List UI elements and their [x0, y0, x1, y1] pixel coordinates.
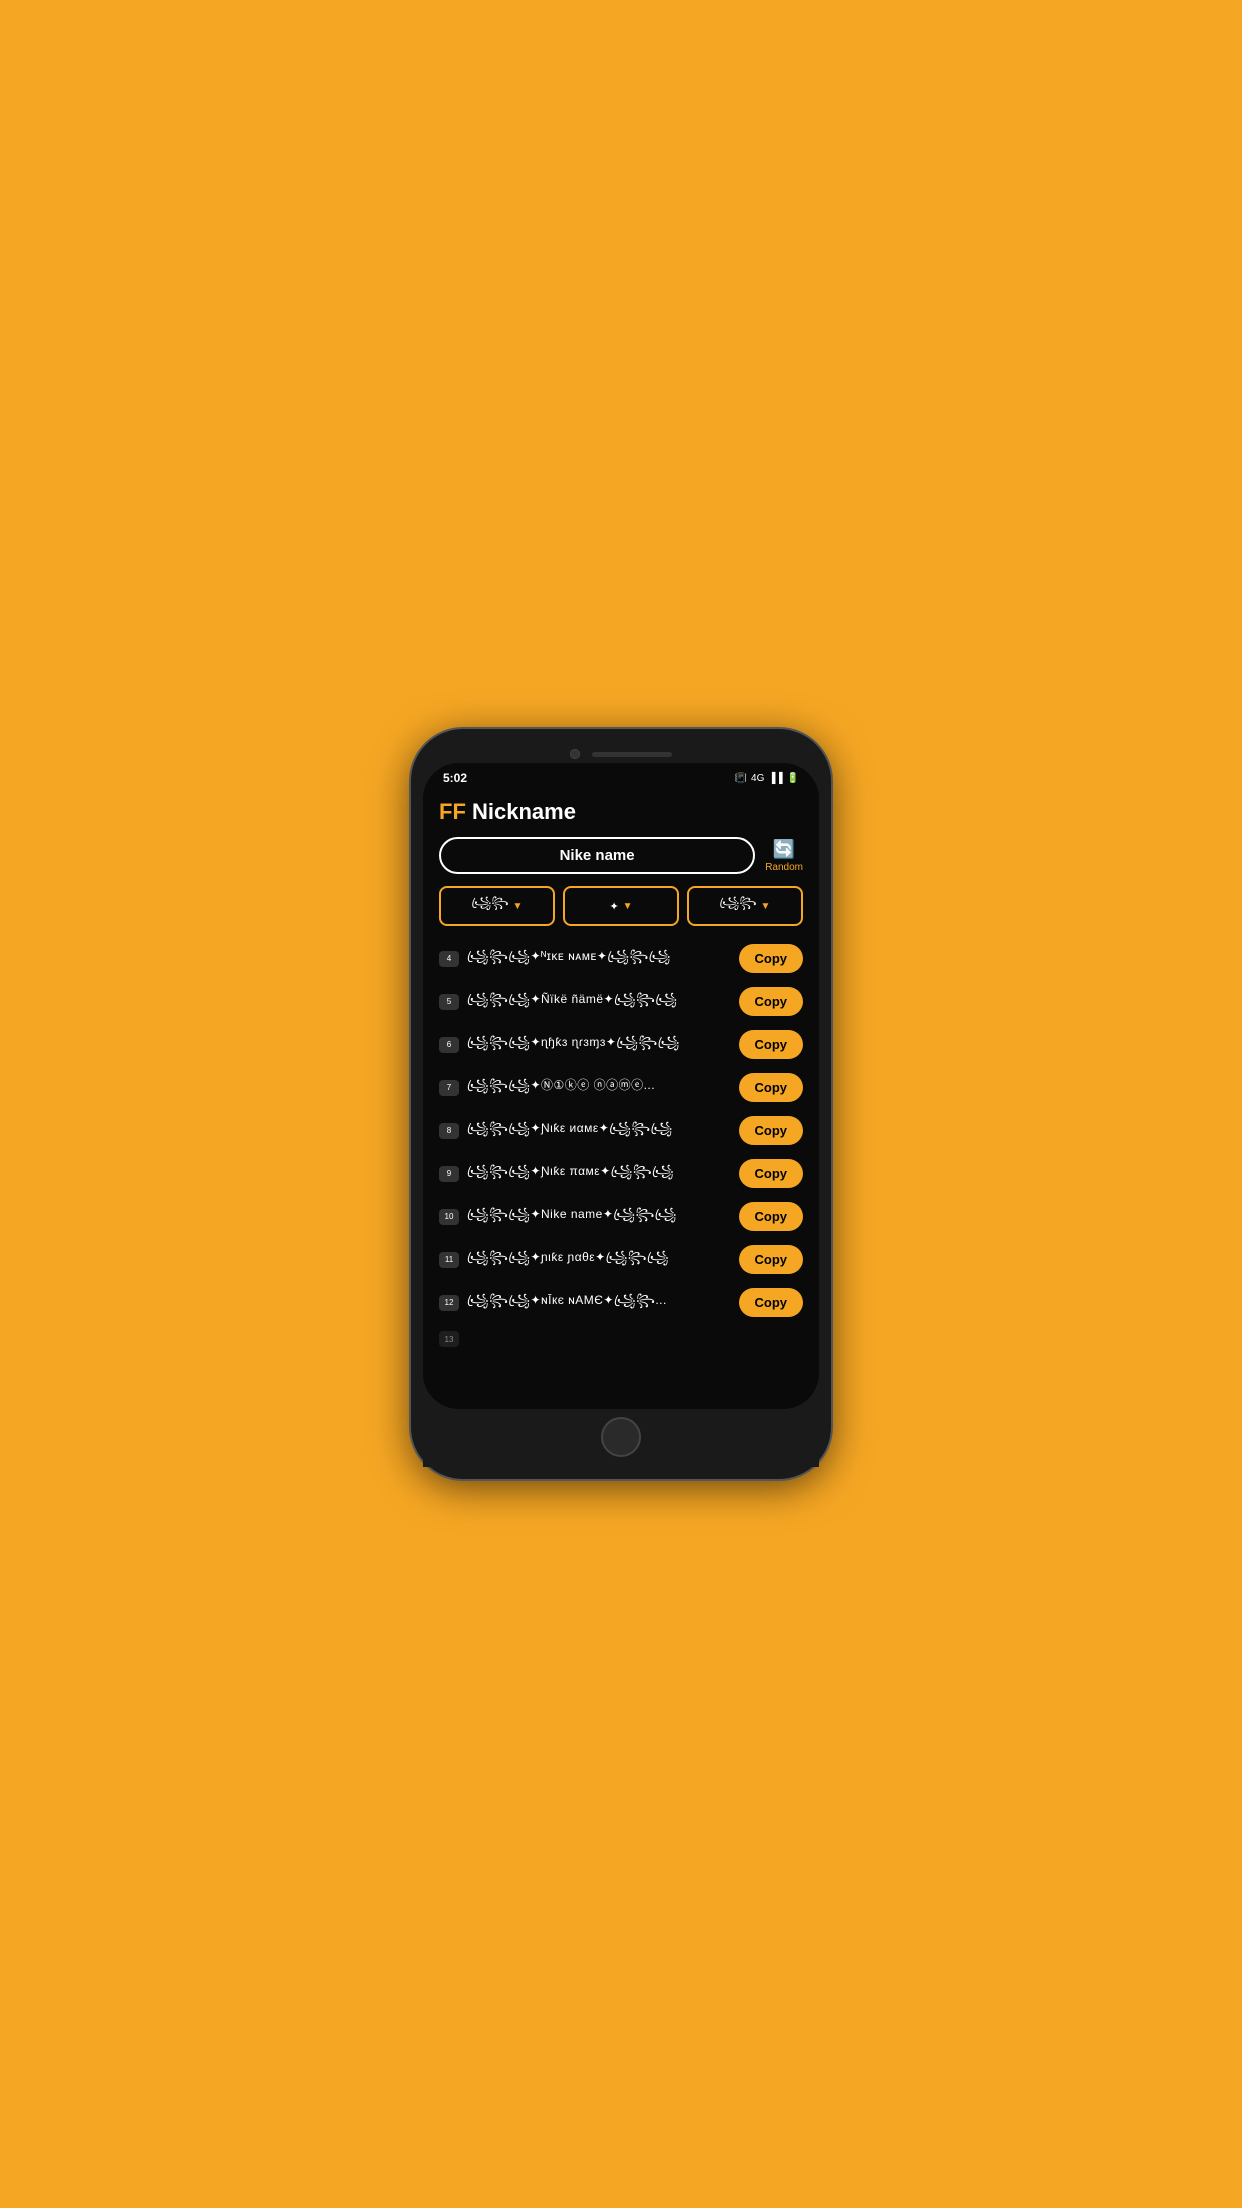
list-item: 4 ꧁ꦿ꧂꧁ꦿ✦ᴺɪᴋᴇ ɴᴀᴍᴇ✦꧁ꦿ꧂꧁ꦿ Copy — [439, 940, 803, 977]
item-number-partial: 13 — [439, 1331, 459, 1347]
app-title: FF Nickname — [439, 799, 803, 825]
phone-top-bar — [423, 741, 819, 763]
item-text: ꧁ꦿ꧂꧁ꦿ✦ɳɧƙɜ ɳɾɜɱɜ✦꧁ꦿ꧂꧁ꦿ — [467, 1033, 731, 1057]
nickname-list: 4 ꧁ꦿ꧂꧁ꦿ✦ᴺɪᴋᴇ ɴᴀᴍᴇ✦꧁ꦿ꧂꧁ꦿ Copy 5 ꧁ꦿ꧂꧁ꦿ✦Ñïk… — [439, 940, 803, 1351]
home-button[interactable] — [601, 1417, 641, 1457]
copy-button[interactable]: Copy — [739, 1030, 804, 1059]
chevron-down-icon-2: ▼ — [623, 901, 633, 912]
nickname-label: Nickname — [472, 799, 576, 824]
list-item-partial: 13 — [439, 1327, 803, 1351]
list-item: 6 ꧁ꦿ꧂꧁ꦿ✦ɳɧƙɜ ɳɾɜɱɜ✦꧁ꦿ꧂꧁ꦿ Copy — [439, 1026, 803, 1063]
list-item: 10 ꧁ꦿ꧂꧁ꦿ✦Nike name✦꧁ꦿ꧂꧁ꦿ Copy — [439, 1198, 803, 1235]
item-text: ꧁ꦿ꧂꧁ꦿ✦Ñïkë ñämë✦꧁ꦿ꧂꧁ꦿ — [467, 990, 731, 1014]
item-text: ꧁ꦿ꧂꧁ꦿ✦Ⓝ①ⓚⓔ ⓝⓐⓜⓔ... — [467, 1076, 731, 1100]
wifi-icon: ▐▐ — [768, 773, 782, 784]
status-bar: 5:02 📳 4G ▐▐ 🔋 — [423, 763, 819, 789]
copy-button[interactable]: Copy — [739, 944, 804, 973]
status-time: 5:02 — [443, 771, 467, 785]
list-item: 11 ꧁ꦿ꧂꧁ꦿ✦ɲιƙε ɲαθε✦꧁ꦿ꧂꧁ꦿ Copy — [439, 1241, 803, 1278]
chevron-down-icon-3: ▼ — [761, 901, 771, 912]
signal-icon: 4G — [751, 773, 764, 784]
phone-speaker — [592, 752, 672, 757]
random-button[interactable]: 🔄 Random — [765, 839, 803, 873]
copy-button[interactable]: Copy — [739, 1202, 804, 1231]
list-item: 5 ꧁ꦿ꧂꧁ꦿ✦Ñïkë ñämë✦꧁ꦿ꧂꧁ꦿ Copy — [439, 983, 803, 1020]
random-icon: 🔄 — [773, 839, 795, 860]
item-number: 10 — [439, 1209, 459, 1225]
phone-bottom — [423, 1409, 819, 1467]
item-text: ꧁ꦿ꧂꧁ꦿ✦Ɲιƙε παмε✦꧁ꦿ꧂꧁ꦿ — [467, 1162, 731, 1186]
filter-3-label: ꧁ꦿ꧂ — [720, 895, 757, 917]
copy-button[interactable]: Copy — [739, 1073, 804, 1102]
item-text: ꧁ꦿ꧂꧁ꦿ✦ɴĪкє ɴAMЄ✦꧁ꦿ꧂... — [467, 1291, 731, 1315]
random-label: Random — [765, 862, 803, 873]
copy-button[interactable]: Copy — [739, 1245, 804, 1274]
filter-1-label: ꧁ꦿ꧂ — [472, 895, 509, 917]
filter-2-label: ✦ — [609, 900, 618, 913]
list-item: 9 ꧁ꦿ꧂꧁ꦿ✦Ɲιƙε παмε✦꧁ꦿ꧂꧁ꦿ Copy — [439, 1155, 803, 1192]
list-item: 8 ꧁ꦿ꧂꧁ꦿ✦Ɲιƙε иαмε✦꧁ꦿ꧂꧁ꦿ Copy — [439, 1112, 803, 1149]
chevron-down-icon-1: ▼ — [513, 901, 523, 912]
item-number: 6 — [439, 1037, 459, 1053]
item-number: 8 — [439, 1123, 459, 1139]
search-row: 🔄 Random — [439, 837, 803, 874]
item-text: ꧁ꦿ꧂꧁ꦿ✦ᴺɪᴋᴇ ɴᴀᴍᴇ✦꧁ꦿ꧂꧁ꦿ — [467, 947, 731, 971]
copy-button[interactable]: Copy — [739, 1116, 804, 1145]
battery-icon: 🔋 — [787, 773, 799, 784]
copy-button[interactable]: Copy — [739, 1159, 804, 1188]
search-input[interactable] — [439, 837, 755, 874]
copy-button[interactable]: Copy — [739, 1288, 804, 1317]
filter-btn-3[interactable]: ꧁ꦿ꧂ ▼ — [687, 886, 803, 926]
front-camera — [570, 749, 580, 759]
status-icons: 📳 4G ▐▐ 🔋 — [735, 773, 799, 784]
item-text: ꧁ꦿ꧂꧁ꦿ✦ɲιƙε ɲαθε✦꧁ꦿ꧂꧁ꦿ — [467, 1248, 731, 1272]
item-text: ꧁ꦿ꧂꧁ꦿ✦Ɲιƙε иαмε✦꧁ꦿ꧂꧁ꦿ — [467, 1119, 731, 1143]
phone-screen: 5:02 📳 4G ▐▐ 🔋 FF Nickname 🔄 Rando — [423, 763, 819, 1409]
filter-btn-2[interactable]: ✦ ▼ — [563, 886, 679, 926]
list-item: 12 ꧁ꦿ꧂꧁ꦿ✦ɴĪкє ɴAMЄ✦꧁ꦿ꧂... Copy — [439, 1284, 803, 1321]
item-number: 9 — [439, 1166, 459, 1182]
item-number: 5 — [439, 994, 459, 1010]
filter-btn-1[interactable]: ꧁ꦿ꧂ ▼ — [439, 886, 555, 926]
item-text: ꧁ꦿ꧂꧁ꦿ✦Nike name✦꧁ꦿ꧂꧁ꦿ — [467, 1205, 731, 1229]
item-number: 12 — [439, 1295, 459, 1311]
item-number: 7 — [439, 1080, 459, 1096]
vibrate-icon: 📳 — [735, 773, 747, 784]
filter-row: ꧁ꦿ꧂ ▼ ✦ ▼ ꧁ꦿ꧂ ▼ — [439, 886, 803, 926]
ff-label: FF — [439, 799, 466, 824]
list-item: 7 ꧁ꦿ꧂꧁ꦿ✦Ⓝ①ⓚⓔ ⓝⓐⓜⓔ... Copy — [439, 1069, 803, 1106]
item-number: 4 — [439, 951, 459, 967]
item-number: 11 — [439, 1252, 459, 1268]
copy-button[interactable]: Copy — [739, 987, 804, 1016]
phone-frame: 5:02 📳 4G ▐▐ 🔋 FF Nickname 🔄 Rando — [411, 729, 831, 1479]
app-content: FF Nickname 🔄 Random ꧁ꦿ꧂ ▼ ✦ — [423, 789, 819, 1409]
